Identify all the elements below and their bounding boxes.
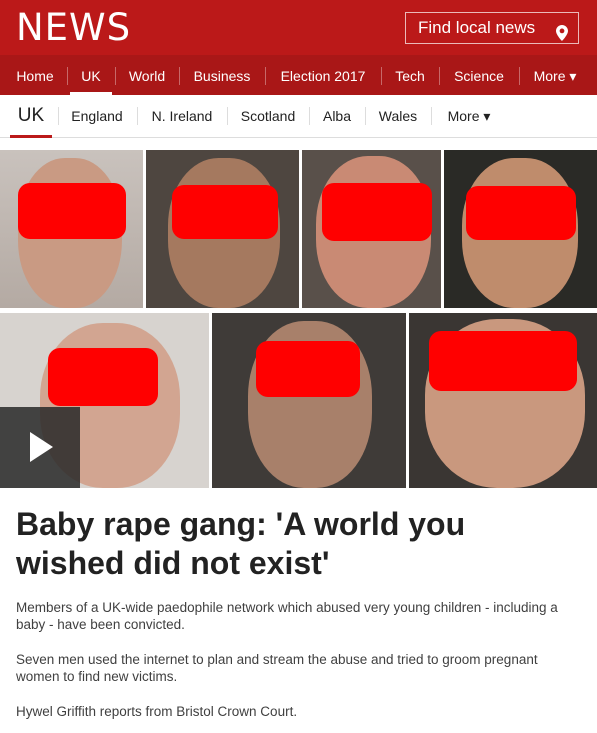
primary-nav: Home UK World Business Election 2017 Tec… [0,55,597,95]
nav-election-2017[interactable]: Election 2017 [268,55,378,95]
subnav-divider [309,107,310,125]
nav-divider [179,67,180,85]
news-logo[interactable]: NEWS [16,6,131,50]
subnav-divider [431,107,432,125]
article-paragraph: Seven men used the internet to plan and … [16,652,538,684]
subnav-alba[interactable]: Alba [314,95,360,137]
nav-divider [265,67,266,85]
redaction-bar [172,185,278,239]
photo-2 [146,150,299,308]
subnav-divider [58,107,59,125]
subnav-divider [137,107,138,125]
nav-tech[interactable]: Tech [384,55,436,95]
nav-divider [519,67,520,85]
secondary-nav: UK England N. Ireland Scotland Alba Wale… [0,95,597,138]
nav-science[interactable]: Science [442,55,516,95]
subnav-active-indicator [10,135,52,138]
nav-divider [115,67,116,85]
play-video-button[interactable] [0,407,80,488]
subnav-n-ireland[interactable]: N. Ireland [142,95,222,137]
nav-uk[interactable]: UK [70,55,112,95]
redaction-bar [256,341,360,397]
find-local-news-button[interactable]: Find local news [405,12,579,44]
article-summary: Members of a UK-wide paedophile network … [16,600,558,632]
nav-more[interactable]: More ▾ [522,55,588,95]
nav-home[interactable]: Home [6,55,64,95]
play-icon [30,432,53,462]
photo-4 [444,150,597,308]
hero-image[interactable] [0,150,597,488]
redaction-bar [466,186,576,240]
subnav-wales[interactable]: Wales [370,95,426,137]
nav-world[interactable]: World [118,55,176,95]
subnav-divider [365,107,366,125]
subnav-divider [227,107,228,125]
article-byline: Hywel Griffith reports from Bristol Crow… [16,704,298,719]
nav-divider [381,67,382,85]
redaction-bar [429,331,577,391]
photo-1 [0,150,143,308]
subnav-england[interactable]: England [62,95,132,137]
nav-divider [439,67,440,85]
photo-6 [212,313,406,488]
photo-3 [302,150,441,308]
redaction-bar [48,348,158,406]
nav-business[interactable]: Business [182,55,262,95]
masthead: NEWS Find local news [0,0,597,55]
redaction-bar [322,183,432,241]
find-local-news-label: Find local news [418,18,536,37]
article-headline: Baby rape gang: 'A world you wished did … [16,506,466,581]
subnav-scotland[interactable]: Scotland [232,95,304,137]
nav-divider [67,67,68,85]
photo-7 [409,313,597,488]
subnav-uk[interactable]: UK [10,95,52,137]
redaction-bar [18,183,126,239]
subnav-more[interactable]: More ▾ [436,95,502,137]
location-pin-icon [556,21,568,51]
